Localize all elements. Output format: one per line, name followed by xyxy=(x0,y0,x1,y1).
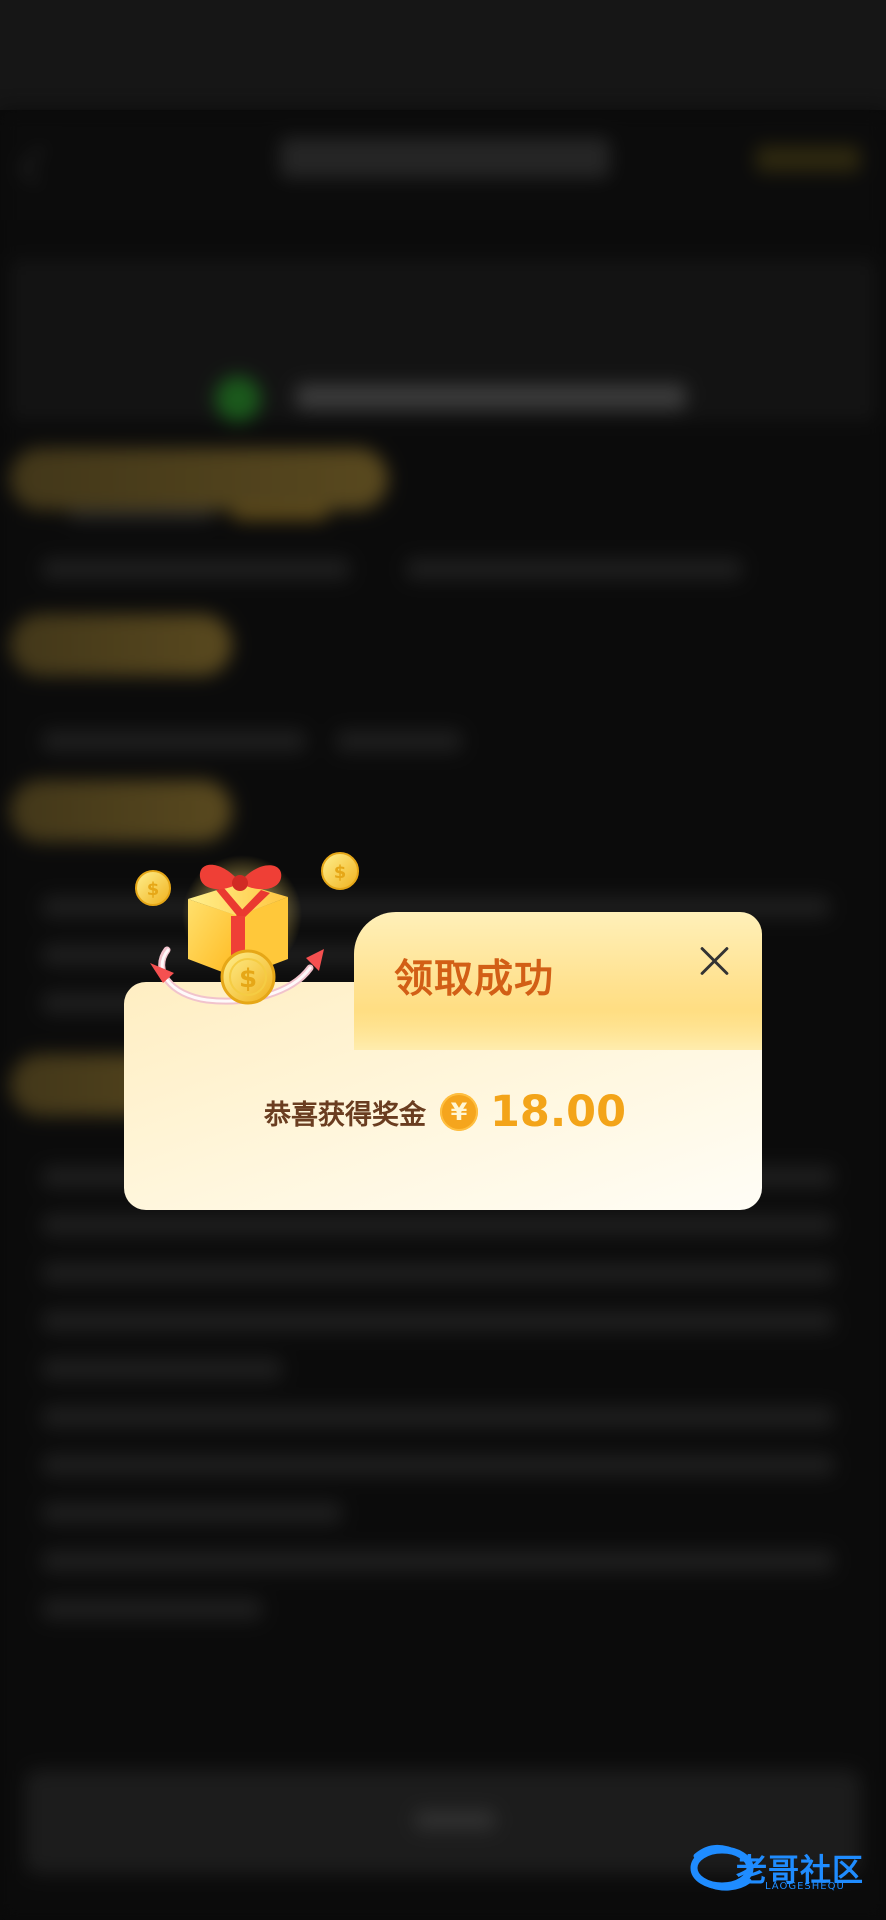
gift-decoration: $ $ $ xyxy=(130,845,360,1025)
reward-amount: 18.00 xyxy=(490,1087,627,1137)
svg-text:$: $ xyxy=(334,862,347,883)
reward-row: 恭喜获得奖金 ¥ 18.00 xyxy=(264,1087,626,1137)
yen-coin-icon: ¥ xyxy=(440,1093,478,1131)
svg-text:$: $ xyxy=(239,964,257,994)
gift-icon: $ $ $ xyxy=(135,852,359,1005)
reward-label: 恭喜获得奖金 xyxy=(264,1099,426,1131)
dialog-title: 领取成功 xyxy=(394,957,555,1002)
gift-bow-knot xyxy=(232,875,248,891)
watermark: 老哥社区 LAOGESHEQU xyxy=(688,1838,880,1898)
app-page: $ $ $ 领取成功 恭喜获得奖金 ¥ 18.00 老哥社区 LAOGESHEQ… xyxy=(0,0,886,1920)
watermark-subtext: LAOGESHEQU xyxy=(765,1881,845,1892)
close-icon[interactable] xyxy=(698,944,732,978)
svg-text:$: $ xyxy=(147,879,160,900)
